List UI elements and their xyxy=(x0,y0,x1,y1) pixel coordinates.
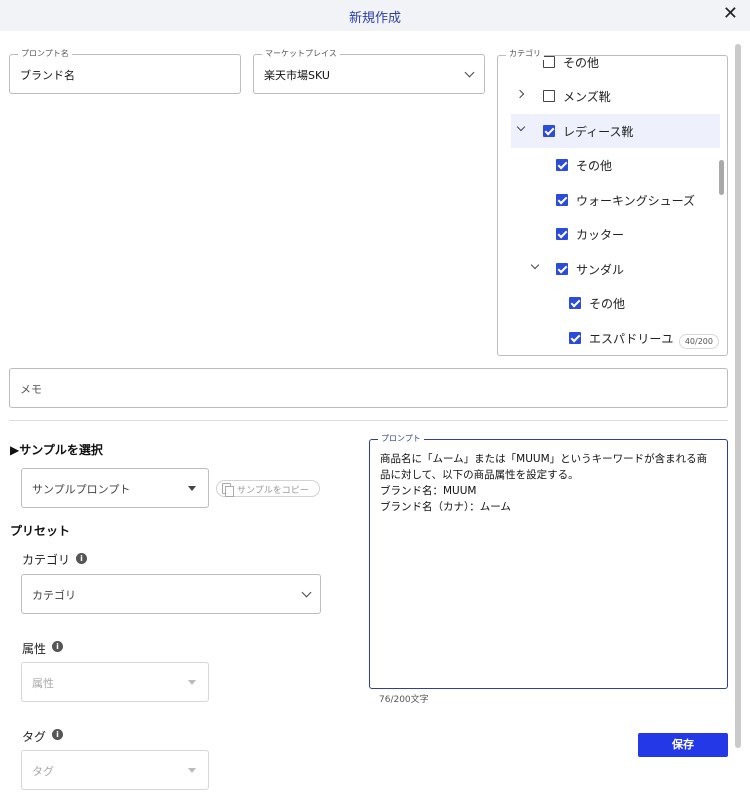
checkbox[interactable] xyxy=(556,194,568,206)
save-button[interactable]: 保存 xyxy=(638,733,728,757)
tree-item-label: サンダル xyxy=(576,263,625,277)
category-counter: 40/200 xyxy=(678,334,719,349)
close-icon[interactable]: ✕ xyxy=(723,4,738,24)
marketplace-select[interactable]: マーケットプレイス 楽天市場SKU xyxy=(253,48,485,94)
tree-item-label: その他 xyxy=(563,56,600,70)
marketplace-value: 楽天市場SKU xyxy=(264,69,330,82)
tree-item-label: レディース靴 xyxy=(563,125,634,139)
tree-item-label: メンズ靴 xyxy=(563,90,611,104)
checkbox[interactable] xyxy=(556,263,568,275)
prompt-name-label: プロンプト名 xyxy=(18,48,72,60)
caret-down-icon xyxy=(188,680,196,685)
preset-section-title: プリセット xyxy=(10,524,71,538)
info-icon[interactable]: i xyxy=(52,729,63,740)
category-tree[interactable]: その他 メンズ靴 レディース靴 その他 ウォーキングシューズ カッター サンダル… xyxy=(497,55,728,356)
prompt-char-count: 76/200文字 xyxy=(379,695,429,705)
chevron-right-icon[interactable] xyxy=(515,89,525,99)
tree-item-label: ウォーキングシューズ xyxy=(576,194,696,208)
dialog-header: 新規作成 ✕ xyxy=(0,0,750,31)
prompt-name-field[interactable]: プロンプト名 ブランド名 xyxy=(9,48,241,94)
checkbox[interactable] xyxy=(543,90,555,102)
preset-tag-placeholder: タグ xyxy=(32,765,54,778)
memo-placeholder: メモ xyxy=(20,383,42,396)
tree-item[interactable]: カッター xyxy=(498,217,727,251)
copy-icon xyxy=(222,483,234,497)
checkbox[interactable] xyxy=(569,332,581,344)
tree-item[interactable]: ウォーキングシューズ xyxy=(498,183,727,217)
category-tree-label: カテゴリ xyxy=(506,48,544,60)
checkbox[interactable] xyxy=(556,228,568,240)
marketplace-label: マーケットプレイス xyxy=(262,48,340,60)
prompt-name-value: ブランド名 xyxy=(20,69,75,82)
checkbox[interactable] xyxy=(543,125,555,137)
preset-category-placeholder: カテゴリ xyxy=(32,589,76,602)
sample-select-placeholder: サンプルプロンプト xyxy=(32,483,131,496)
chevron-down-icon xyxy=(464,67,475,78)
info-icon[interactable]: i xyxy=(76,553,87,564)
prompt-text: 商品名に「ムーム」または「MUUM」というキーワードが含まれる商品に対して、以下… xyxy=(380,453,708,513)
dialog-scrollbar[interactable] xyxy=(735,44,741,748)
info-icon[interactable]: i xyxy=(52,641,63,652)
caret-down-icon xyxy=(188,768,196,773)
tree-item-label: エスパドリーユ xyxy=(589,332,674,346)
sample-prompt-select[interactable]: サンプルプロンプト xyxy=(21,468,209,508)
prompt-textarea[interactable]: プロンプト 商品名に「ムーム」または「MUUM」というキーワードが含まれる商品に… xyxy=(369,433,728,689)
preset-category-label: カテゴリ xyxy=(22,553,71,567)
copy-sample-button[interactable]: サンプルをコピー xyxy=(216,480,320,497)
dialog-title: 新規作成 xyxy=(348,11,401,26)
preset-attribute-select[interactable]: 属性 xyxy=(21,662,209,702)
tree-scrollbar[interactable] xyxy=(719,160,724,195)
tree-item-selected[interactable]: レディース靴 xyxy=(511,114,720,148)
chevron-down-icon[interactable] xyxy=(516,122,526,132)
caret-down-icon xyxy=(188,486,196,491)
preset-attribute-placeholder: 属性 xyxy=(32,677,54,690)
tree-item-label: カッター xyxy=(576,228,625,242)
preset-attribute-label: 属性 xyxy=(22,642,47,656)
tree-item[interactable]: メンズ靴 xyxy=(498,79,727,113)
prompt-label: プロンプト xyxy=(378,433,424,445)
memo-field[interactable]: メモ xyxy=(9,368,728,408)
chevron-down-icon[interactable] xyxy=(530,260,540,270)
checkbox[interactable] xyxy=(556,159,568,171)
tree-item-label: その他 xyxy=(589,297,626,311)
preset-category-select[interactable]: カテゴリ xyxy=(21,574,321,614)
tree-item-label: その他 xyxy=(576,159,613,173)
copy-sample-label: サンプルをコピー xyxy=(237,486,309,496)
tree-item[interactable]: その他 xyxy=(498,286,727,320)
tree-item[interactable]: その他 xyxy=(498,148,727,182)
sample-section-title[interactable]: ▶サンプルを選択 xyxy=(10,441,103,458)
tree-item[interactable]: サンダル xyxy=(498,252,727,286)
preset-tag-select[interactable]: タグ xyxy=(21,750,209,790)
divider xyxy=(9,420,728,421)
preset-tag-label: タグ xyxy=(22,730,47,744)
checkbox[interactable] xyxy=(543,56,555,68)
chevron-down-icon xyxy=(301,587,312,598)
checkbox[interactable] xyxy=(569,297,581,309)
